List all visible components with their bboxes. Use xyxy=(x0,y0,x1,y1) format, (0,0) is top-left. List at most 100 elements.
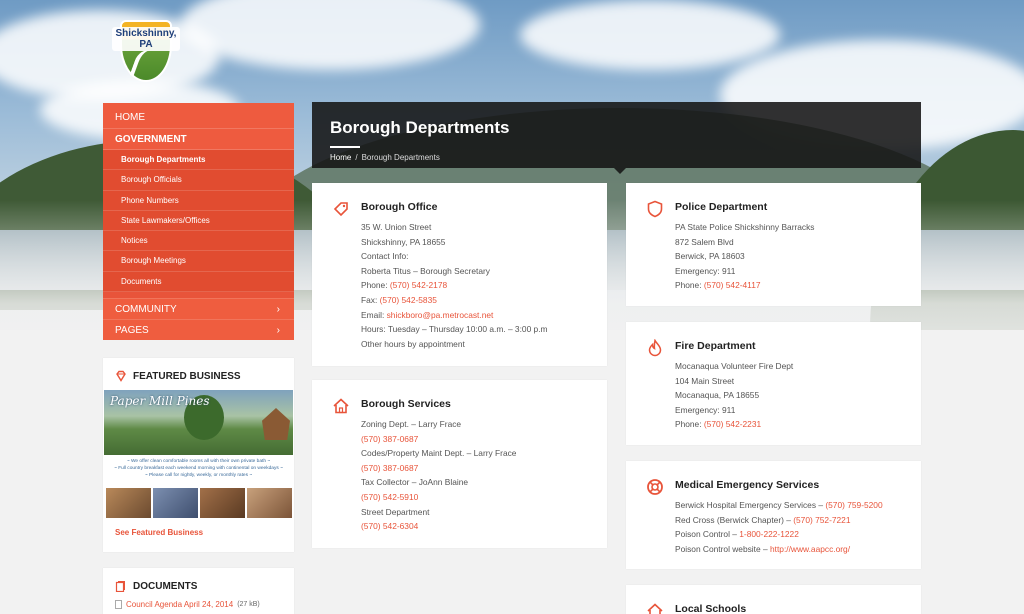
poison-phone-link[interactable]: 1-800-222-1222 xyxy=(739,529,799,539)
poison-label: Poison Control – xyxy=(675,529,740,540)
card-body: Medical Emergency Services Berwick Hospi… xyxy=(675,479,911,556)
nav-item-borough-meetings[interactable]: Borough Meetings xyxy=(103,251,294,272)
breadcrumb-separator: / xyxy=(355,153,358,162)
home-icon xyxy=(333,398,349,414)
card-title: Borough Services xyxy=(361,398,451,410)
poison-row: Poison Control – 1-800-222-1222 xyxy=(675,527,911,542)
hospital-phone-link[interactable]: (570) 759-5200 xyxy=(825,500,882,510)
street-contact: Street Department xyxy=(361,506,430,517)
see-featured-business-link[interactable]: See Featured Business xyxy=(103,522,294,543)
card-body: Borough Services Zoning Dept. – Larry Fr… xyxy=(361,398,597,534)
phone-label: Phone: xyxy=(675,280,704,291)
nav-pages-label: PAGES xyxy=(115,324,149,336)
flame-icon xyxy=(648,339,662,357)
chevron-right-icon: › xyxy=(276,303,280,315)
sidebar-nav: HOME GOVERNMENT Borough Departments Boro… xyxy=(103,103,294,341)
tax-phone-link[interactable]: (570) 542-5910 xyxy=(361,490,597,505)
email-link[interactable]: shickboro@pa.metrocast.net xyxy=(387,310,494,320)
thumbnail xyxy=(200,488,245,518)
address-line: Berwick, PA 18603 xyxy=(675,251,745,262)
featured-image-text-line: ~ We offer clean comfortable rooms all w… xyxy=(126,459,271,464)
nav-item-documents[interactable]: Documents xyxy=(103,271,294,293)
phone-link[interactable]: (570) 542-2231 xyxy=(704,419,761,429)
featured-thumbnails xyxy=(106,488,292,518)
featured-business-image[interactable]: Paper Mill Pines ~ We offer clean comfor… xyxy=(104,390,293,522)
redcross-phone-link[interactable]: (570) 752-7221 xyxy=(793,515,850,525)
shield-icon xyxy=(647,200,663,218)
nav-item-phone-numbers[interactable]: Phone Numbers xyxy=(103,190,294,211)
redcross-row: Red Cross (Berwick Chapter) – (570) 752-… xyxy=(675,513,911,528)
document-item[interactable]: Council Agenda April 24, 2014 (27 kB) xyxy=(103,600,294,609)
email-label: Email: xyxy=(361,309,387,320)
tax-contact: Tax Collector – JoAnn Blaine xyxy=(361,477,469,488)
nav-government[interactable]: GOVERNMENT xyxy=(103,129,294,150)
phone-link[interactable]: (570) 542-2178 xyxy=(390,280,447,290)
contact-person: Roberta Titus – Borough Secretary xyxy=(361,265,490,276)
nav-pages[interactable]: PAGES › xyxy=(103,319,294,341)
poison-web-link[interactable]: http://www.aapcc.org/ xyxy=(770,544,850,554)
phone-label: Phone: xyxy=(361,280,390,291)
nav-item-borough-officials[interactable]: Borough Officials xyxy=(103,170,294,191)
hospital-label: Berwick Hospital Emergency Services – xyxy=(675,500,826,510)
address-line: PA State Police Shickshinny Barracks xyxy=(675,222,815,232)
nav-community[interactable]: COMMUNITY › xyxy=(103,298,294,320)
card-borough-services: Borough Services Zoning Dept. – Larry Fr… xyxy=(312,380,607,548)
thumbnail xyxy=(247,488,292,518)
hours: Hours: Tuesday – Thursday 10:00 a.m. – 3… xyxy=(361,324,548,335)
fax-row: Fax: (570) 542-5835 xyxy=(361,293,597,308)
street-phone-link[interactable]: (570) 542-6304 xyxy=(361,519,597,534)
address-line: Mocanaqua Volunteer Fire Dept xyxy=(675,361,794,371)
poison-web-label: Poison Control website – xyxy=(675,543,770,554)
card-title: Borough Office xyxy=(361,201,438,213)
breadcrumb: Home / Borough Departments xyxy=(330,153,440,162)
card-borough-office: Borough Office 35 W. Union Street Shicks… xyxy=(312,183,607,366)
thumbnail xyxy=(106,488,151,518)
chevron-right-icon: › xyxy=(276,324,280,336)
card-police-department: Police Department PA State Police Shicks… xyxy=(626,183,921,306)
phone-row: Phone: (570) 542-4117 xyxy=(675,278,911,293)
site-logo[interactable]: Shickshinny, PA xyxy=(112,16,180,84)
codes-contact: Codes/Property Maint Dept. – Larry Frace xyxy=(361,448,517,459)
thumbnail xyxy=(153,488,198,518)
file-icon xyxy=(115,600,122,609)
card-body: Fire Department Mocanaqua Volunteer Fire… xyxy=(675,340,911,432)
phone-label: Phone: xyxy=(675,419,704,430)
diamond-icon xyxy=(116,370,126,382)
featured-business-widget: FEATURED BUSINESS Paper Mill Pines ~ We … xyxy=(103,358,294,552)
page-title: Borough Departments xyxy=(330,118,510,137)
nav-item-borough-departments[interactable]: Borough Departments xyxy=(103,150,294,171)
nav-item-notices[interactable]: Notices xyxy=(103,231,294,252)
nav-home[interactable]: HOME xyxy=(103,103,294,129)
codes-phone-link[interactable]: (570) 387-0687 xyxy=(361,461,597,476)
cloud xyxy=(520,0,780,70)
featured-title: FEATURED BUSINESS xyxy=(133,370,241,382)
fax-link[interactable]: (570) 542-5835 xyxy=(380,295,437,305)
tag-icon xyxy=(333,202,348,217)
poison-web-row: Poison Control website – http://www.aapc… xyxy=(675,542,911,557)
school-icon xyxy=(647,603,663,614)
hospital-row: Berwick Hospital Emergency Services – (5… xyxy=(675,498,911,513)
address-line: 872 Salem Blvd xyxy=(675,236,734,247)
document-name[interactable]: Council Agenda April 24, 2014 xyxy=(126,600,233,609)
nav-item-state-lawmakers[interactable]: State Lawmakers/Offices xyxy=(103,210,294,232)
other-hours: Other hours by appointment xyxy=(361,338,465,349)
breadcrumb-home[interactable]: Home xyxy=(330,153,351,162)
phone-row: Phone: (570) 542-2231 xyxy=(675,417,911,432)
lifebuoy-icon xyxy=(647,479,663,495)
emergency-line: Emergency: 911 xyxy=(675,265,736,276)
zoning-phone-link[interactable]: (570) 387-0687 xyxy=(361,432,597,447)
card-title: Medical Emergency Services xyxy=(675,479,820,491)
header-notch xyxy=(614,168,626,174)
email-row: Email: shickboro@pa.metrocast.net xyxy=(361,308,597,323)
featured-image-text-line: ~ Please call for nightly, weekly, or mo… xyxy=(144,473,253,478)
card-local-schools: Local Schools xyxy=(626,585,921,614)
documents-icon xyxy=(115,581,125,592)
document-size: (27 kB) xyxy=(237,601,260,608)
widget-title: FEATURED BUSINESS xyxy=(103,358,294,390)
logo-text: Shickshinny, PA xyxy=(112,27,180,51)
address-line: Mocanaqua, PA 18655 xyxy=(675,390,760,401)
address-line: Shickshinny, PA 18655 xyxy=(361,236,446,247)
phone-row: Phone: (570) 542-2178 xyxy=(361,278,597,293)
page-header: Borough Departments Home / Borough Depar… xyxy=(312,102,921,174)
phone-link[interactable]: (570) 542-4117 xyxy=(704,280,761,290)
